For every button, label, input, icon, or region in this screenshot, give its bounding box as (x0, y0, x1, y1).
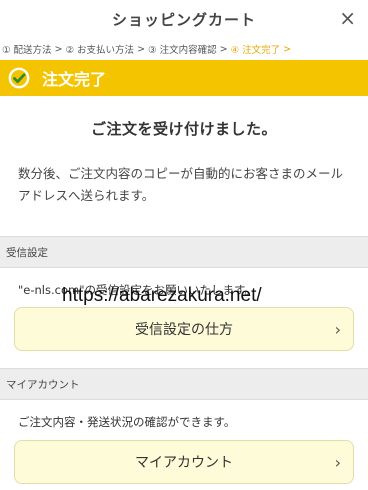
reception-settings-button[interactable]: 受信設定の仕方 › (14, 307, 354, 351)
confirmation-headline: ご注文を受け付けました。 (90, 120, 277, 138)
my-account-section: マイアカウント (0, 368, 368, 400)
step-shipping: ① 配送方法 (2, 45, 52, 56)
chevron-right-icon: › (334, 319, 341, 339)
reception-settings-section: 受信設定 (0, 236, 368, 268)
button-label: マイアカウント (135, 455, 233, 471)
section-title: マイアカウント (6, 378, 80, 391)
header: ショッピングカート × (0, 0, 368, 38)
step-confirm: ③ 注文内容確認 (148, 45, 217, 56)
account-note: ご注文内容・発送状況の確認ができます。 (18, 415, 236, 429)
banner-label: 注文完了 (42, 70, 107, 89)
order-complete-banner: 注文完了 (0, 60, 368, 96)
page-title: ショッピングカート (111, 10, 256, 29)
check-circle-icon (8, 67, 30, 89)
checkout-steps: ① 配送方法 > ② お支払い方法 > ③ 注文内容確認 > ④ 注文完了 > (0, 38, 368, 60)
watermark-url: https://abarezakura.net/ (62, 285, 262, 306)
button-label: 受信設定の仕方 (135, 322, 233, 338)
step-separator: > (137, 43, 146, 55)
step-separator: > (54, 43, 63, 55)
section-title: 受信設定 (6, 246, 48, 259)
step-separator: > (219, 43, 228, 55)
chevron-right-icon: › (334, 452, 341, 472)
close-icon[interactable]: × (339, 6, 356, 30)
confirmation-description: 数分後、ご注文内容のコピーが自動的にお客さまのメールアドレスへ送られます。 (18, 166, 344, 203)
step-complete: ④ 注文完了 (230, 45, 281, 56)
step-separator: > (283, 43, 292, 55)
step-payment: ② お支払い方法 (65, 45, 135, 56)
my-account-button[interactable]: マイアカウント › (14, 440, 354, 484)
